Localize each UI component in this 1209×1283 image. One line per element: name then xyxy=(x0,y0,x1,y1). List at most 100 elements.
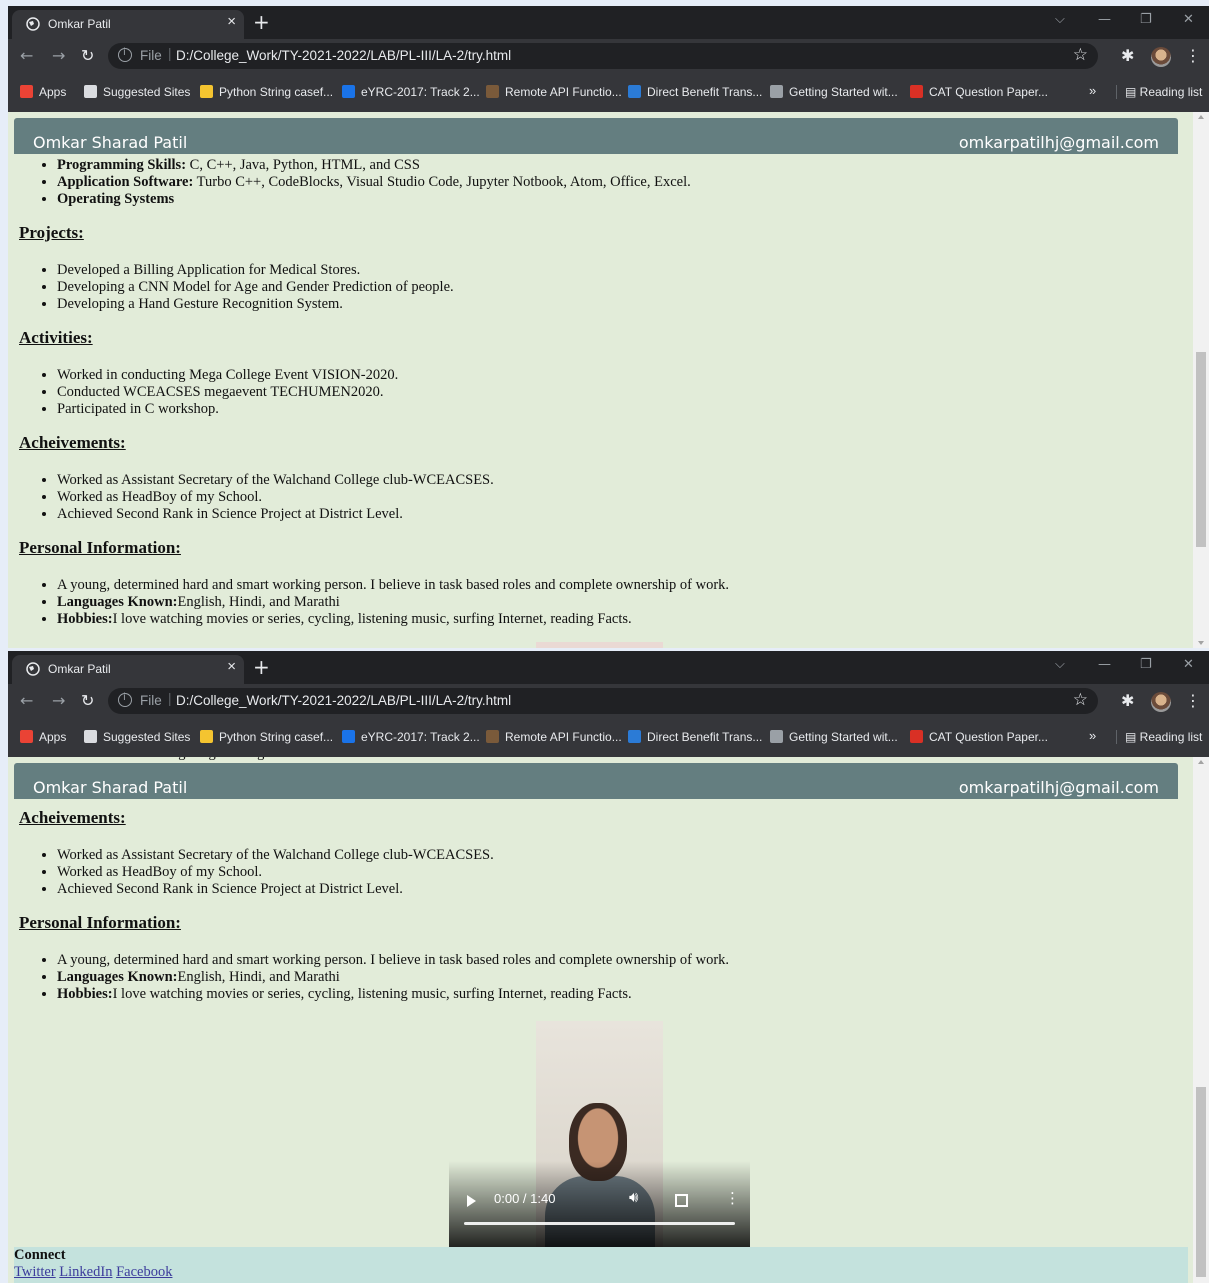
bookmark-item[interactable]: Direct Benefit Trans... xyxy=(628,730,762,744)
bookmark-label: eYRC-2017: Track 2... xyxy=(361,85,480,99)
reload-icon[interactable]: ↻ xyxy=(81,46,94,65)
bookmarks-overflow-button[interactable]: » xyxy=(1089,728,1096,743)
back-icon[interactable]: ← xyxy=(20,691,33,710)
video-time: 0:00 / 1:40 xyxy=(494,1191,556,1206)
python-icon xyxy=(200,85,213,98)
back-icon[interactable]: ← xyxy=(20,46,33,65)
browser-tab[interactable]: Omkar Patil × xyxy=(12,655,244,684)
tab-search-icon[interactable]: ⌵ xyxy=(1055,12,1065,27)
title-bar: Omkar Patil × + ⌵ — ❐ ✕ xyxy=(8,651,1209,684)
facebook-link[interactable]: Facebook xyxy=(116,1264,172,1280)
scroll-up-icon[interactable] xyxy=(1198,115,1204,119)
linkedin-link[interactable]: LinkedIn xyxy=(59,1264,112,1280)
browser-window-top: Omkar Patil × + ⌵ — ❐ ✕ ← → ↻ File | D:/… xyxy=(8,6,1209,648)
tab-close-button[interactable]: × xyxy=(227,13,236,30)
bookmark-label: Direct Benefit Trans... xyxy=(647,730,763,744)
close-window-icon[interactable]: ✕ xyxy=(1183,657,1194,672)
list-item: Worked as Assistant Secretary of the Wal… xyxy=(57,847,1193,864)
bookmark-item[interactable]: Remote API Functio... xyxy=(486,730,622,744)
sticky-header: Omkar Sharad Patil omkarpatilhj@gmail.co… xyxy=(14,118,1178,154)
toolbar: ← → ↻ File | D:/College_Work/TY-2021-202… xyxy=(8,39,1209,73)
volume-icon[interactable]: 🔊︎ xyxy=(629,1188,638,1206)
reading-list-button[interactable]: ▤ Reading list xyxy=(1116,730,1202,744)
info-icon[interactable] xyxy=(118,692,132,707)
extensions-puzzle-icon[interactable]: ✱ xyxy=(1121,46,1134,65)
bookmark-item[interactable]: eYRC-2017: Track 2... xyxy=(342,730,480,744)
header-name: Omkar Sharad Patil xyxy=(33,778,188,797)
scroll-up-icon[interactable] xyxy=(1198,760,1204,764)
forward-icon[interactable]: → xyxy=(52,691,65,710)
url-text[interactable]: D:/College_Work/TY-2021-2022/LAB/PL-III/… xyxy=(176,48,511,63)
bookmark-item[interactable]: Remote API Functio... xyxy=(486,85,622,99)
minimize-icon[interactable]: — xyxy=(1098,657,1111,672)
twitter-link[interactable]: Twitter xyxy=(14,1264,56,1280)
footer-links: Twitter LinkedIn Facebook xyxy=(14,1264,1188,1281)
forward-icon[interactable]: → xyxy=(52,46,65,65)
personal-info-heading: Personal Information: xyxy=(19,538,181,557)
cat-icon xyxy=(910,730,923,743)
bookmark-label: Python String casef... xyxy=(219,85,334,99)
url-text[interactable]: D:/College_Work/TY-2021-2022/LAB/PL-III/… xyxy=(176,693,511,708)
bookmarks-overflow-button[interactable]: » xyxy=(1089,83,1096,98)
scrollbar[interactable] xyxy=(1193,112,1209,648)
bookmark-item[interactable]: Direct Benefit Trans... xyxy=(628,85,762,99)
reload-icon[interactable]: ↻ xyxy=(81,691,94,710)
close-window-icon[interactable]: ✕ xyxy=(1183,12,1194,27)
list-item: Worked in conducting Mega College Event … xyxy=(57,367,1193,384)
new-tab-button[interactable]: + xyxy=(253,10,270,34)
list-item: Worked as Assistant Secretary of the Wal… xyxy=(57,472,1193,489)
bookmark-item[interactable]: Python String casef... xyxy=(200,730,333,744)
browser-tab[interactable]: Omkar Patil × xyxy=(12,10,244,39)
video-menu-icon[interactable]: ⋮ xyxy=(725,1189,740,1207)
new-tab-button[interactable]: + xyxy=(253,655,270,679)
bookmark-star-icon[interactable]: ☆ xyxy=(1073,690,1088,710)
scroll-down-icon[interactable] xyxy=(1198,641,1204,645)
extensions-puzzle-icon[interactable]: ✱ xyxy=(1121,691,1134,710)
info-icon[interactable] xyxy=(118,47,132,62)
bookmark-item[interactable]: eYRC-2017: Track 2... xyxy=(342,85,480,99)
profile-avatar[interactable] xyxy=(1151,47,1171,67)
list-item: Programming Skills: C, C++, Java, Python… xyxy=(57,157,1193,174)
list-item: Developing a CNN Model for Age and Gende… xyxy=(57,279,1193,296)
restore-icon[interactable]: ❐ xyxy=(1140,657,1152,672)
activities-heading: Activities: xyxy=(19,328,93,347)
profile-avatar[interactable] xyxy=(1151,692,1171,712)
bookmark-item[interactable]: Getting Started wit... xyxy=(770,730,898,744)
scrollbar-thumb[interactable] xyxy=(1196,352,1206,547)
bookmark-item[interactable]: Suggested Sites xyxy=(84,730,190,744)
play-icon[interactable] xyxy=(467,1195,476,1207)
list-item: Conducted WCEACSES megaevent TECHUMEN202… xyxy=(57,384,1193,401)
scrollbar-thumb[interactable] xyxy=(1196,1087,1206,1277)
minimize-icon[interactable]: — xyxy=(1098,12,1111,27)
bookmark-star-icon[interactable]: ☆ xyxy=(1073,45,1088,65)
scrollbar[interactable] xyxy=(1193,757,1209,1283)
toolbar: ← → ↻ File | D:/College_Work/TY-2021-202… xyxy=(8,684,1209,718)
fullscreen-icon[interactable] xyxy=(675,1194,688,1207)
activities-list: Worked in conducting Mega College Event … xyxy=(19,367,1193,418)
tab-search-icon[interactable]: ⌵ xyxy=(1055,657,1065,672)
menu-kebab-icon[interactable]: ⋮ xyxy=(1185,691,1201,710)
bookmark-item[interactable]: CAT Question Paper... xyxy=(910,730,1048,744)
address-bar[interactable]: File | D:/College_Work/TY-2021-2022/LAB/… xyxy=(108,688,1098,714)
projects-list: Developed a Billing Application for Medi… xyxy=(19,262,1193,313)
bookmark-item[interactable]: Getting Started wit... xyxy=(770,85,898,99)
tab-title: Omkar Patil xyxy=(48,662,111,676)
reading-list-label: Reading list xyxy=(1139,730,1203,744)
list-item: Hobbies:I love watching movies or series… xyxy=(57,611,1193,628)
bookmark-item[interactable]: CAT Question Paper... xyxy=(910,85,1048,99)
menu-kebab-icon[interactable]: ⋮ xyxy=(1185,46,1201,65)
bookmark-label: Direct Benefit Trans... xyxy=(647,85,763,99)
intro-video-player[interactable]: 0:00 / 1:40 🔊︎ ⋮ xyxy=(449,1021,750,1247)
bookmark-item[interactable]: Apps xyxy=(20,85,66,99)
reading-list-button[interactable]: ▤ Reading list xyxy=(1116,85,1202,99)
tab-close-button[interactable]: × xyxy=(227,658,236,675)
bookmark-label: CAT Question Paper... xyxy=(929,85,1048,99)
footer-connect-label: Connect xyxy=(14,1247,66,1263)
bookmark-item[interactable]: Suggested Sites xyxy=(84,85,190,99)
video-progress-bar[interactable] xyxy=(464,1222,735,1225)
bookmark-item[interactable]: Apps xyxy=(20,730,66,744)
list-item: Developed a Billing Application for Medi… xyxy=(57,262,1193,279)
restore-icon[interactable]: ❐ xyxy=(1140,12,1152,27)
address-bar[interactable]: File | D:/College_Work/TY-2021-2022/LAB/… xyxy=(108,43,1098,69)
bookmark-item[interactable]: Python String casef... xyxy=(200,85,333,99)
